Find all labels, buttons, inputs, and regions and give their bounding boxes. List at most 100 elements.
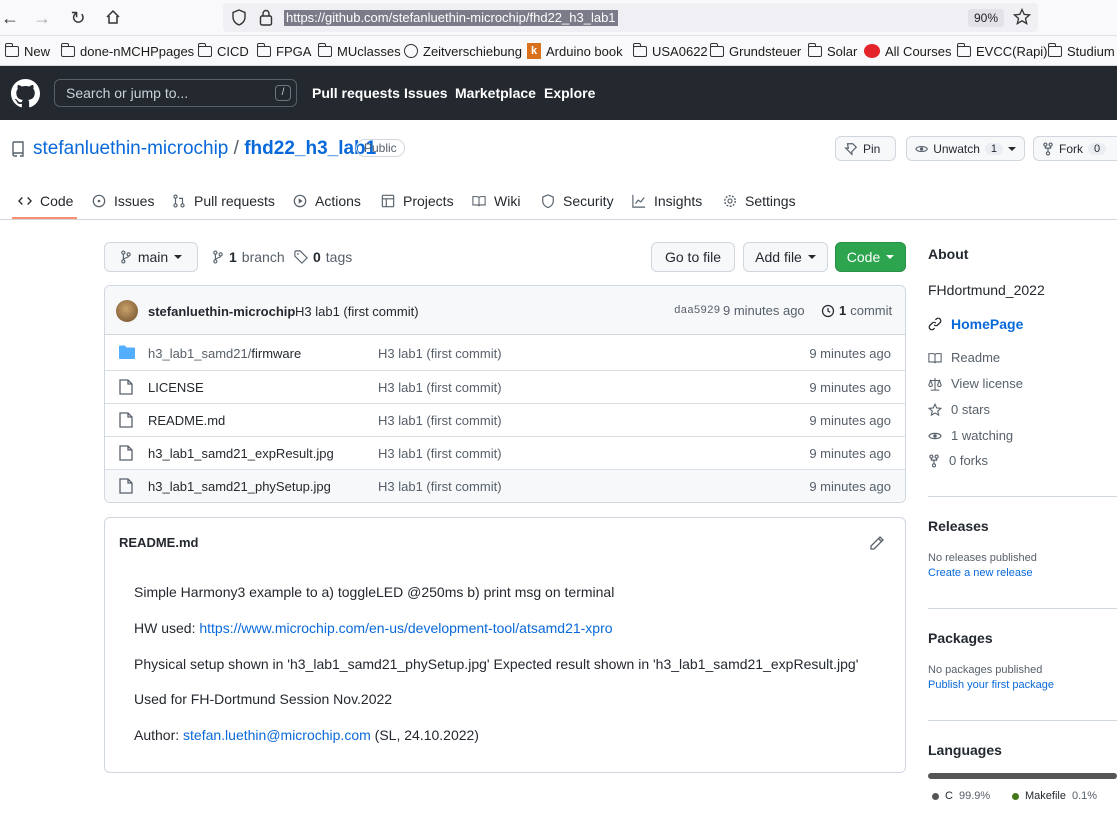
releases-heading[interactable]: Releases — [928, 518, 989, 534]
bookmark-item[interactable]: All Courses — [864, 43, 951, 59]
tab-security[interactable]: Security — [541, 182, 614, 220]
lock-icon[interactable] — [259, 9, 273, 26]
fork-icon — [1043, 141, 1053, 156]
homepage-link[interactable]: HomePage — [928, 316, 1023, 332]
file-commit-message[interactable]: H3 lab1 (first commit) — [378, 479, 502, 494]
bookmark-item[interactable]: USA0622 — [633, 42, 708, 59]
fork-button[interactable]: Fork 0 — [1033, 136, 1117, 161]
publish-package-link[interactable]: Publish your first package — [928, 679, 1054, 691]
bookmark-item[interactable]: done-nMCHPpages — [61, 42, 194, 59]
readme-author-line: Author: stefan.luethin@microchip.com (SL… — [134, 727, 479, 743]
watching-link[interactable]: 1 watching — [928, 428, 1013, 443]
file-name[interactable]: h3_lab1_samd21_phySetup.jpg — [148, 479, 331, 494]
file-name[interactable]: h3_lab1_samd21_expResult.jpg — [148, 446, 334, 461]
go-to-file-button[interactable]: Go to file — [651, 242, 735, 272]
bookmark-item[interactable]: k Arduino book — [527, 43, 623, 59]
bookmark-item[interactable]: EVCC(Rapi) — [957, 42, 1048, 59]
file-row-expresult[interactable]: h3_lab1_samd21_expResult.jpg H3 lab1 (fi… — [105, 436, 905, 469]
about-heading: About — [928, 246, 969, 262]
file-row-physetup[interactable]: h3_lab1_samd21_phySetup.jpg H3 lab1 (fir… — [105, 469, 905, 502]
readme-hw-line: HW used: https://www.microchip.com/en-us… — [134, 620, 613, 636]
sidebar-divider — [928, 720, 1117, 721]
bookmark-item[interactable]: MUclasses — [318, 42, 401, 59]
file-age: 9 minutes ago — [809, 346, 891, 361]
bookmark-item[interactable]: Zeitverschiebung — [404, 43, 522, 59]
license-link[interactable]: View license — [928, 376, 1023, 391]
bookmark-item[interactable]: Solar — [808, 42, 857, 59]
zoom-level[interactable]: 90% — [968, 9, 1005, 27]
address-bar[interactable]: https://github.com/stefanluethin-microch… — [223, 3, 1038, 32]
commit-message[interactable]: H3 lab1 (first commit) — [295, 304, 419, 319]
avatar[interactable] — [116, 300, 138, 322]
file-name[interactable]: h3_lab1_samd21/firmware — [148, 346, 301, 361]
branches-link[interactable]: 1 branch — [212, 249, 285, 265]
branch-select-button[interactable]: main — [104, 242, 198, 272]
folder-icon — [1048, 42, 1062, 57]
hw-link[interactable]: https://www.microchip.com/en-us/developm… — [199, 620, 612, 636]
nav-issues[interactable]: Issues — [404, 85, 448, 101]
github-logo-icon[interactable] — [11, 79, 40, 108]
bookmark-item[interactable]: FPGA — [257, 42, 311, 59]
back-arrow-icon[interactable]: ← — [0, 8, 20, 28]
file-row-readme[interactable]: README.md H3 lab1 (first commit) 9 minut… — [105, 403, 905, 436]
add-file-button[interactable]: Add file — [743, 242, 828, 272]
file-row-firmware[interactable]: h3_lab1_samd21/firmware H3 lab1 (first c… — [105, 337, 905, 370]
fork-counter: 0 — [1088, 142, 1107, 155]
search-input[interactable]: Search or jump to... / — [54, 79, 297, 107]
file-commit-message[interactable]: H3 lab1 (first commit) — [378, 446, 502, 461]
commit-hash[interactable]: daa5929 — [674, 305, 720, 317]
pin-button[interactable]: Pin — [835, 136, 896, 161]
stars-link[interactable]: 0 stars — [928, 402, 990, 417]
repo-owner-link[interactable]: stefanluethin-microchip — [33, 138, 228, 159]
nav-explore[interactable]: Explore — [544, 85, 595, 101]
unwatch-button[interactable]: Unwatch 1 — [906, 136, 1025, 161]
shield-icon[interactable] — [231, 9, 247, 26]
folder-icon — [710, 42, 724, 57]
fork-icon — [929, 453, 939, 468]
reload-icon[interactable]: ↻ — [68, 8, 88, 28]
home-icon[interactable] — [105, 9, 121, 25]
tab-settings[interactable]: Settings — [723, 182, 796, 220]
file-age: 9 minutes ago — [809, 380, 891, 395]
readme-description: Simple Harmony3 example to a) toggleLED … — [134, 584, 615, 600]
bookmark-item[interactable]: Grundsteuer — [710, 42, 801, 59]
tab-wiki[interactable]: Wiki — [472, 182, 520, 220]
file-name[interactable]: LICENSE — [148, 380, 204, 395]
forks-link[interactable]: 0 forks — [928, 453, 988, 468]
readme-link[interactable]: Readme — [928, 350, 1000, 365]
file-row-license[interactable]: LICENSE H3 lab1 (first commit) 9 minutes… — [105, 370, 905, 403]
bookmark-item[interactable]: CICD — [198, 42, 249, 59]
bookmark-item[interactable]: New — [5, 42, 50, 59]
bookmark-star-icon[interactable] — [1013, 8, 1031, 26]
readme-title[interactable]: README.md — [119, 535, 198, 550]
pencil-icon[interactable] — [869, 535, 885, 551]
commit-history-link[interactable]: 1 commit — [821, 303, 892, 318]
bookmark-item[interactable]: Studium — [1048, 42, 1115, 59]
nav-marketplace[interactable]: Marketplace — [455, 85, 536, 101]
packages-heading[interactable]: Packages — [928, 630, 993, 646]
tags-link[interactable]: 0 tags — [294, 249, 352, 265]
tab-actions[interactable]: Actions — [293, 182, 361, 220]
language-c[interactable]: C 99.9% — [932, 790, 990, 802]
language-makefile[interactable]: Makefile 0.1% — [1012, 790, 1097, 802]
language-bar — [928, 773, 1117, 779]
url-text[interactable]: https://github.com/stefanluethin-microch… — [284, 10, 618, 26]
file-commit-message[interactable]: H3 lab1 (first commit) — [378, 413, 502, 428]
file-commit-message[interactable]: H3 lab1 (first commit) — [378, 380, 502, 395]
folder-icon — [633, 42, 647, 57]
file-age: 9 minutes ago — [809, 446, 891, 461]
file-commit-message[interactable]: H3 lab1 (first commit) — [378, 346, 502, 361]
tab-code[interactable]: Code — [18, 182, 73, 220]
tab-pull-requests[interactable]: Pull requests — [172, 182, 275, 220]
author-email-link[interactable]: stefan.luethin@microchip.com — [183, 727, 371, 743]
tab-issues[interactable]: Issues — [92, 182, 154, 220]
nav-pull-requests[interactable]: Pull requests — [312, 85, 400, 101]
tab-projects[interactable]: Projects — [381, 182, 454, 220]
commit-author[interactable]: stefanluethin-microchip — [148, 304, 295, 319]
create-release-link[interactable]: Create a new release — [928, 567, 1033, 579]
tab-insights[interactable]: Insights — [632, 182, 702, 220]
code-button[interactable]: Code — [835, 242, 906, 272]
file-name[interactable]: README.md — [148, 413, 225, 428]
forward-arrow-icon[interactable]: → — [32, 8, 52, 28]
repo-title: stefanluethin-microchip / fhd22_h3_lab1 — [33, 138, 376, 160]
